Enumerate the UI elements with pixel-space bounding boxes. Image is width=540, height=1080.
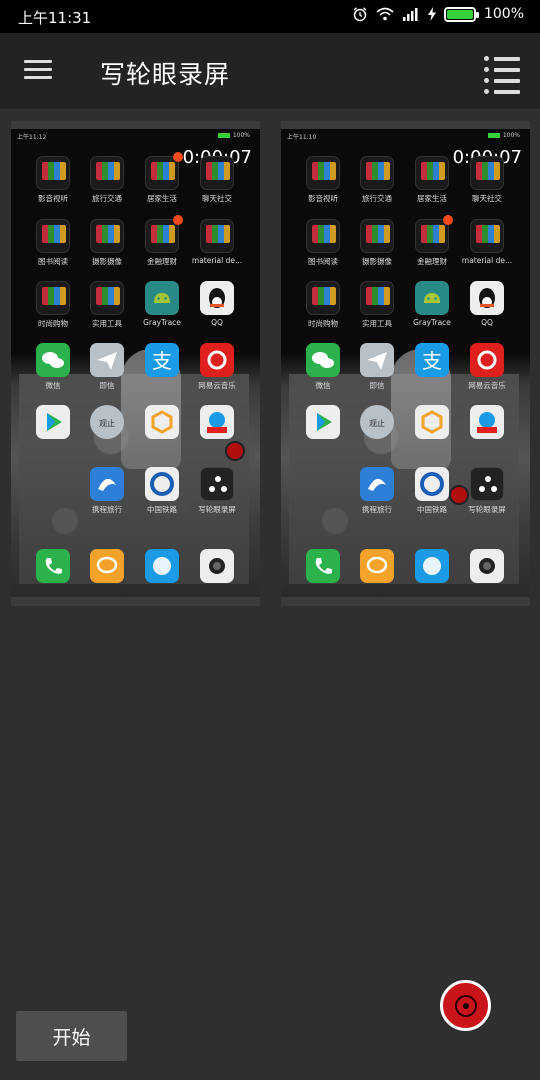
ctrip-icon bbox=[360, 467, 394, 501]
netease-music-icon bbox=[200, 343, 234, 377]
paper-plane-icon bbox=[90, 343, 124, 377]
battery-percent: 100% bbox=[483, 6, 524, 22]
railway-icon bbox=[415, 467, 449, 501]
signal-icon bbox=[402, 8, 418, 21]
folder-icon bbox=[90, 219, 124, 253]
wechat-icon bbox=[36, 343, 70, 377]
folder-icon bbox=[36, 156, 70, 190]
notification-badge bbox=[173, 152, 183, 162]
netease-music-icon bbox=[470, 343, 504, 377]
folder-icon bbox=[145, 156, 179, 190]
ctrip-icon bbox=[90, 467, 124, 501]
notification-badge bbox=[173, 215, 183, 225]
wechat-icon bbox=[306, 343, 340, 377]
thumb-status-time: 上午11:10 bbox=[287, 134, 317, 141]
folder-icon bbox=[90, 281, 124, 315]
messages-icon bbox=[90, 549, 124, 583]
status-time: 上午11:31 bbox=[18, 9, 92, 27]
hamburger-menu-icon[interactable] bbox=[24, 60, 52, 80]
folder-icon bbox=[90, 156, 124, 190]
alipay-icon: 支 bbox=[145, 343, 179, 377]
recording-card[interactable]: 上午11:12 100% 0:00:07 影音视听 旅行交通 居家生活 聊天社交… bbox=[11, 121, 260, 606]
battery-icon bbox=[443, 6, 479, 22]
play-store-icon bbox=[306, 405, 340, 439]
folder-icon bbox=[306, 219, 340, 253]
sharingan-icon[interactable] bbox=[440, 980, 491, 1031]
app-toolbar: 写轮眼录屏 bbox=[0, 33, 540, 109]
start-button[interactable]: 开始 bbox=[16, 1011, 127, 1061]
alipay-icon: 支 bbox=[415, 343, 449, 377]
play-store-icon bbox=[36, 405, 70, 439]
browser-icon bbox=[145, 405, 179, 439]
sharingan-app-icon bbox=[470, 467, 504, 501]
phone-icon bbox=[306, 549, 340, 583]
messages-icon bbox=[360, 549, 394, 583]
floating-record-icon bbox=[449, 485, 469, 505]
folder-icon bbox=[306, 156, 340, 190]
folder-icon bbox=[415, 156, 449, 190]
guanzhi-icon: 观止 bbox=[360, 405, 394, 439]
notification-badge bbox=[443, 215, 453, 225]
folder-icon bbox=[415, 219, 449, 253]
folder-icon bbox=[145, 219, 179, 253]
svg-text:支: 支 bbox=[152, 349, 172, 373]
android-icon bbox=[415, 281, 449, 315]
page-title: 写轮眼录屏 bbox=[100, 60, 231, 89]
folder-icon bbox=[360, 281, 394, 315]
recording-thumbnail[interactable]: 上午11:10 100% 0:00:07 影音视听 旅行交通 居家生活 聊天社交… bbox=[281, 129, 530, 597]
svg-text:观止: 观止 bbox=[99, 418, 115, 428]
camera-icon bbox=[200, 549, 234, 583]
folder-icon bbox=[306, 281, 340, 315]
folder-icon bbox=[36, 219, 70, 253]
thumb-battery: 100% bbox=[502, 132, 520, 139]
alarm-icon bbox=[353, 7, 367, 22]
android-icon bbox=[145, 281, 179, 315]
folder-icon bbox=[200, 156, 234, 190]
browser-globe-icon bbox=[415, 549, 449, 583]
qq-icon bbox=[470, 281, 504, 315]
sharingan-app-icon bbox=[200, 467, 234, 501]
folder-icon bbox=[360, 156, 394, 190]
thumb-status-time: 上午11:12 bbox=[17, 134, 47, 141]
folder-icon bbox=[360, 219, 394, 253]
railway-icon bbox=[145, 467, 179, 501]
folder-icon bbox=[470, 156, 504, 190]
svg-text:支: 支 bbox=[422, 349, 442, 373]
folder-icon bbox=[470, 219, 504, 253]
recording-thumbnail[interactable]: 上午11:12 100% 0:00:07 影音视听 旅行交通 居家生活 聊天社交… bbox=[11, 129, 260, 597]
qq-game-icon bbox=[470, 405, 504, 439]
wifi-icon bbox=[376, 7, 394, 21]
browser-icon bbox=[415, 405, 449, 439]
guanzhi-icon: 观止 bbox=[90, 405, 124, 439]
folder-icon bbox=[36, 281, 70, 315]
floating-record-icon bbox=[225, 441, 245, 461]
svg-text:观止: 观止 bbox=[369, 418, 385, 428]
status-bar: 上午11:31 100% bbox=[0, 0, 540, 33]
paper-plane-icon bbox=[360, 343, 394, 377]
recording-card[interactable]: 上午11:10 100% 0:00:07 影音视听 旅行交通 居家生活 聊天社交… bbox=[281, 121, 530, 606]
camera-icon bbox=[470, 549, 504, 583]
phone-icon bbox=[36, 549, 70, 583]
list-icon[interactable] bbox=[484, 56, 520, 94]
charging-icon bbox=[427, 7, 436, 21]
qq-game-icon bbox=[200, 405, 234, 439]
folder-icon bbox=[200, 219, 234, 253]
thumb-battery: 100% bbox=[232, 132, 250, 139]
browser-globe-icon bbox=[145, 549, 179, 583]
qq-icon bbox=[200, 281, 234, 315]
